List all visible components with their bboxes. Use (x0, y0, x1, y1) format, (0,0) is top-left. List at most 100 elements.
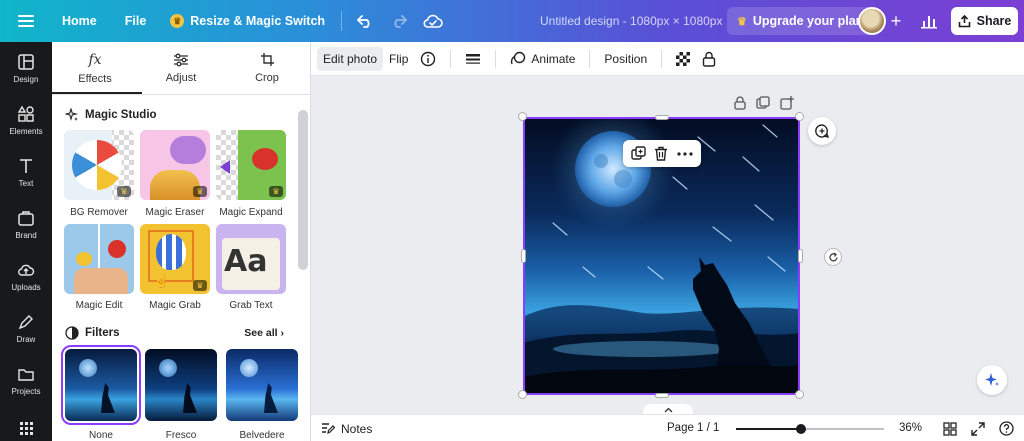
tab-effects[interactable]: fx Effects (52, 42, 142, 94)
resize-handle-right[interactable] (798, 249, 803, 263)
magic-expand-tile[interactable]: ♛ (216, 130, 286, 200)
rotate-icon (828, 252, 838, 261)
animate-button[interactable]: Animate (504, 47, 581, 71)
rail-item-apps[interactable] (0, 406, 52, 441)
resize-handle-bottom-left[interactable] (518, 390, 527, 399)
zoom-slider[interactable] (736, 424, 884, 434)
filter-none[interactable] (61, 345, 141, 425)
chevron-up-icon (664, 407, 672, 412)
crown-icon: ♛ (170, 14, 185, 28)
share-button[interactable]: Share (951, 7, 1018, 35)
avatar[interactable] (858, 7, 886, 35)
see-all-link[interactable]: See all › (244, 327, 284, 339)
info-button[interactable] (414, 47, 442, 71)
moon-image (240, 359, 258, 377)
fx-icon: fx (88, 51, 102, 68)
filter-belvedere[interactable] (226, 349, 298, 421)
moon-image (159, 359, 177, 377)
tool-label: Magic Eraser (145, 207, 205, 218)
comment-button[interactable] (808, 117, 836, 145)
rail-item-text[interactable]: Text (0, 150, 52, 194)
tool-label: Magic Grab (149, 300, 201, 311)
tab-adjust[interactable]: Adjust (138, 42, 224, 94)
notes-button[interactable]: Notes (321, 415, 372, 441)
rail-item-label: Elements (9, 126, 43, 136)
expand-icon (971, 421, 985, 436)
zoom-slider-knob[interactable] (796, 424, 806, 434)
resize-handle-bottom[interactable] (655, 393, 669, 398)
share-icon (958, 14, 970, 27)
transparency-button[interactable] (670, 47, 696, 71)
fullscreen-button[interactable] (967, 415, 989, 441)
panel-scrollbar[interactable] (298, 110, 308, 270)
magic-grab-tile[interactable]: ☝ ♛ (140, 224, 210, 294)
redo-button[interactable] (382, 0, 416, 42)
resize-handle-bottom-right[interactable] (795, 390, 804, 399)
magic-edit-tile[interactable] (64, 224, 134, 294)
magic-switch-button[interactable]: ♛ Resize & Magic Switch (160, 0, 335, 42)
edit-photo-button[interactable]: Edit photo (317, 46, 384, 71)
duplicate-page-icon[interactable] (756, 96, 770, 110)
menu-button[interactable] (4, 0, 48, 42)
add-page-icon[interactable] (780, 96, 794, 110)
help-button[interactable] (995, 415, 1017, 441)
rotate-handle[interactable] (824, 248, 842, 266)
rail-item-uploads[interactable]: Uploads (0, 254, 52, 298)
filter-fresco[interactable] (145, 349, 217, 421)
divider (661, 49, 663, 68)
magic-assistant-button[interactable] (977, 365, 1007, 395)
crown-icon: ♛ (737, 15, 747, 28)
sparkle-icon (65, 108, 79, 121)
rose-image (108, 240, 126, 258)
rail-item-projects[interactable]: Projects (0, 358, 52, 402)
lock-button[interactable] (696, 47, 722, 71)
wolf-silhouette (183, 383, 197, 413)
save-status-button[interactable] (416, 0, 450, 42)
bg-remover-tile[interactable]: ♛ (64, 130, 134, 200)
position-button[interactable]: Position (598, 47, 653, 71)
zoom-value[interactable]: 36% (899, 415, 922, 441)
file-menu-button[interactable]: File (111, 0, 161, 42)
resize-handle-top-left[interactable] (518, 112, 527, 121)
see-all-label: See all (244, 327, 278, 339)
trash-icon[interactable] (654, 146, 668, 161)
magic-eraser-tile[interactable]: ♛ (140, 130, 210, 200)
tool-label: Grab Text (229, 300, 273, 311)
page-indicator[interactable]: Page 1 / 1 (667, 415, 719, 441)
pen-icon (18, 314, 33, 329)
ladybug-image (252, 148, 278, 170)
undo-button[interactable] (348, 0, 382, 42)
redo-icon (394, 15, 408, 28)
grid-view-button[interactable] (939, 415, 961, 441)
chevron-right-icon: › (280, 327, 285, 339)
filter-label: None (89, 430, 113, 441)
share-label: Share (976, 14, 1012, 28)
tab-crop[interactable]: Crop (224, 42, 310, 94)
sliders-icon (174, 53, 188, 66)
resize-handle-left[interactable] (521, 249, 526, 263)
upgrade-button[interactable]: ♛ Upgrade your plan (727, 7, 874, 35)
add-collaborator-button[interactable]: + (886, 7, 906, 35)
rail-item-brand[interactable]: Brand (0, 202, 52, 246)
more-options-icon[interactable] (677, 151, 693, 156)
resize-handle-top-right[interactable] (795, 112, 804, 121)
divider (341, 11, 343, 31)
layout-icon (18, 53, 34, 70)
home-button[interactable]: Home (48, 0, 111, 42)
rail-item-draw[interactable]: Draw (0, 306, 52, 350)
resize-handle-top[interactable] (655, 115, 669, 120)
border-style-button[interactable] (459, 47, 487, 71)
flip-button[interactable]: Flip (383, 47, 414, 71)
rail-item-design[interactable]: Design (0, 46, 52, 90)
balloon-image (156, 234, 186, 270)
duplicate-icon[interactable] (631, 146, 646, 161)
lock-icon[interactable] (734, 96, 746, 110)
cloud-upload-icon (18, 264, 35, 276)
document-title[interactable]: Untitled design - 1080px × 1080px (540, 0, 722, 42)
grab-text-tile[interactable]: Aa (216, 224, 286, 294)
comment-add-icon (815, 124, 830, 139)
help-icon (998, 421, 1014, 436)
insights-button[interactable] (912, 7, 946, 35)
tool-label: BG Remover (70, 207, 128, 218)
rail-item-elements[interactable]: Elements (0, 98, 52, 142)
